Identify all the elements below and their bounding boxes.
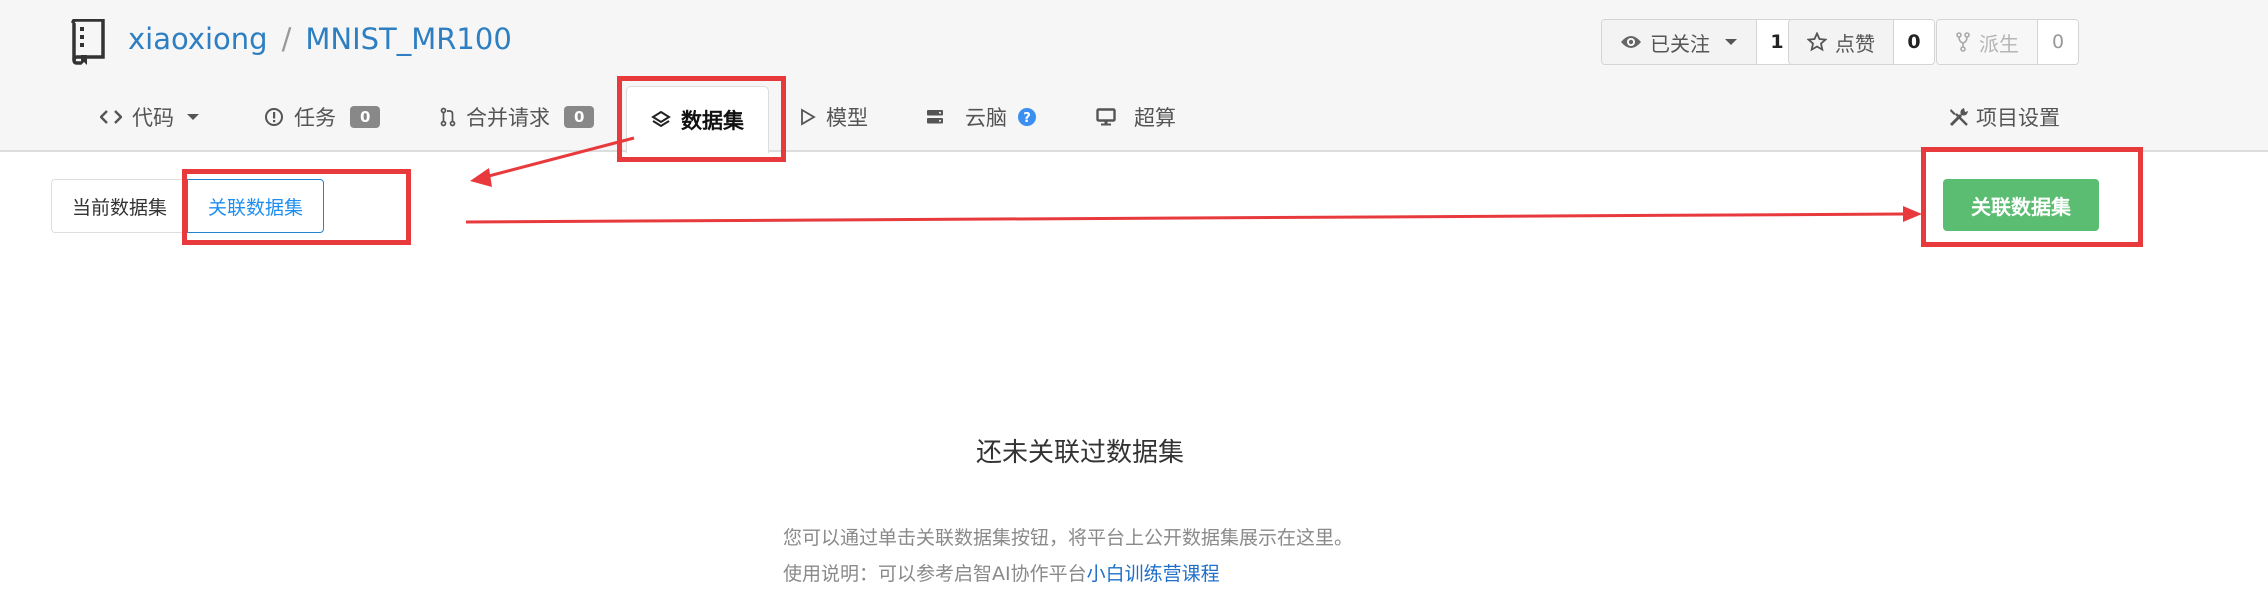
arrow-to-link-button-head bbox=[1903, 206, 1922, 222]
arrow-to-linked-datasets bbox=[484, 136, 635, 179]
arrow-to-link-button bbox=[465, 212, 1905, 224]
annotation-arrows bbox=[465, 136, 1922, 224]
arrow-to-linked-datasets-head bbox=[470, 168, 492, 187]
